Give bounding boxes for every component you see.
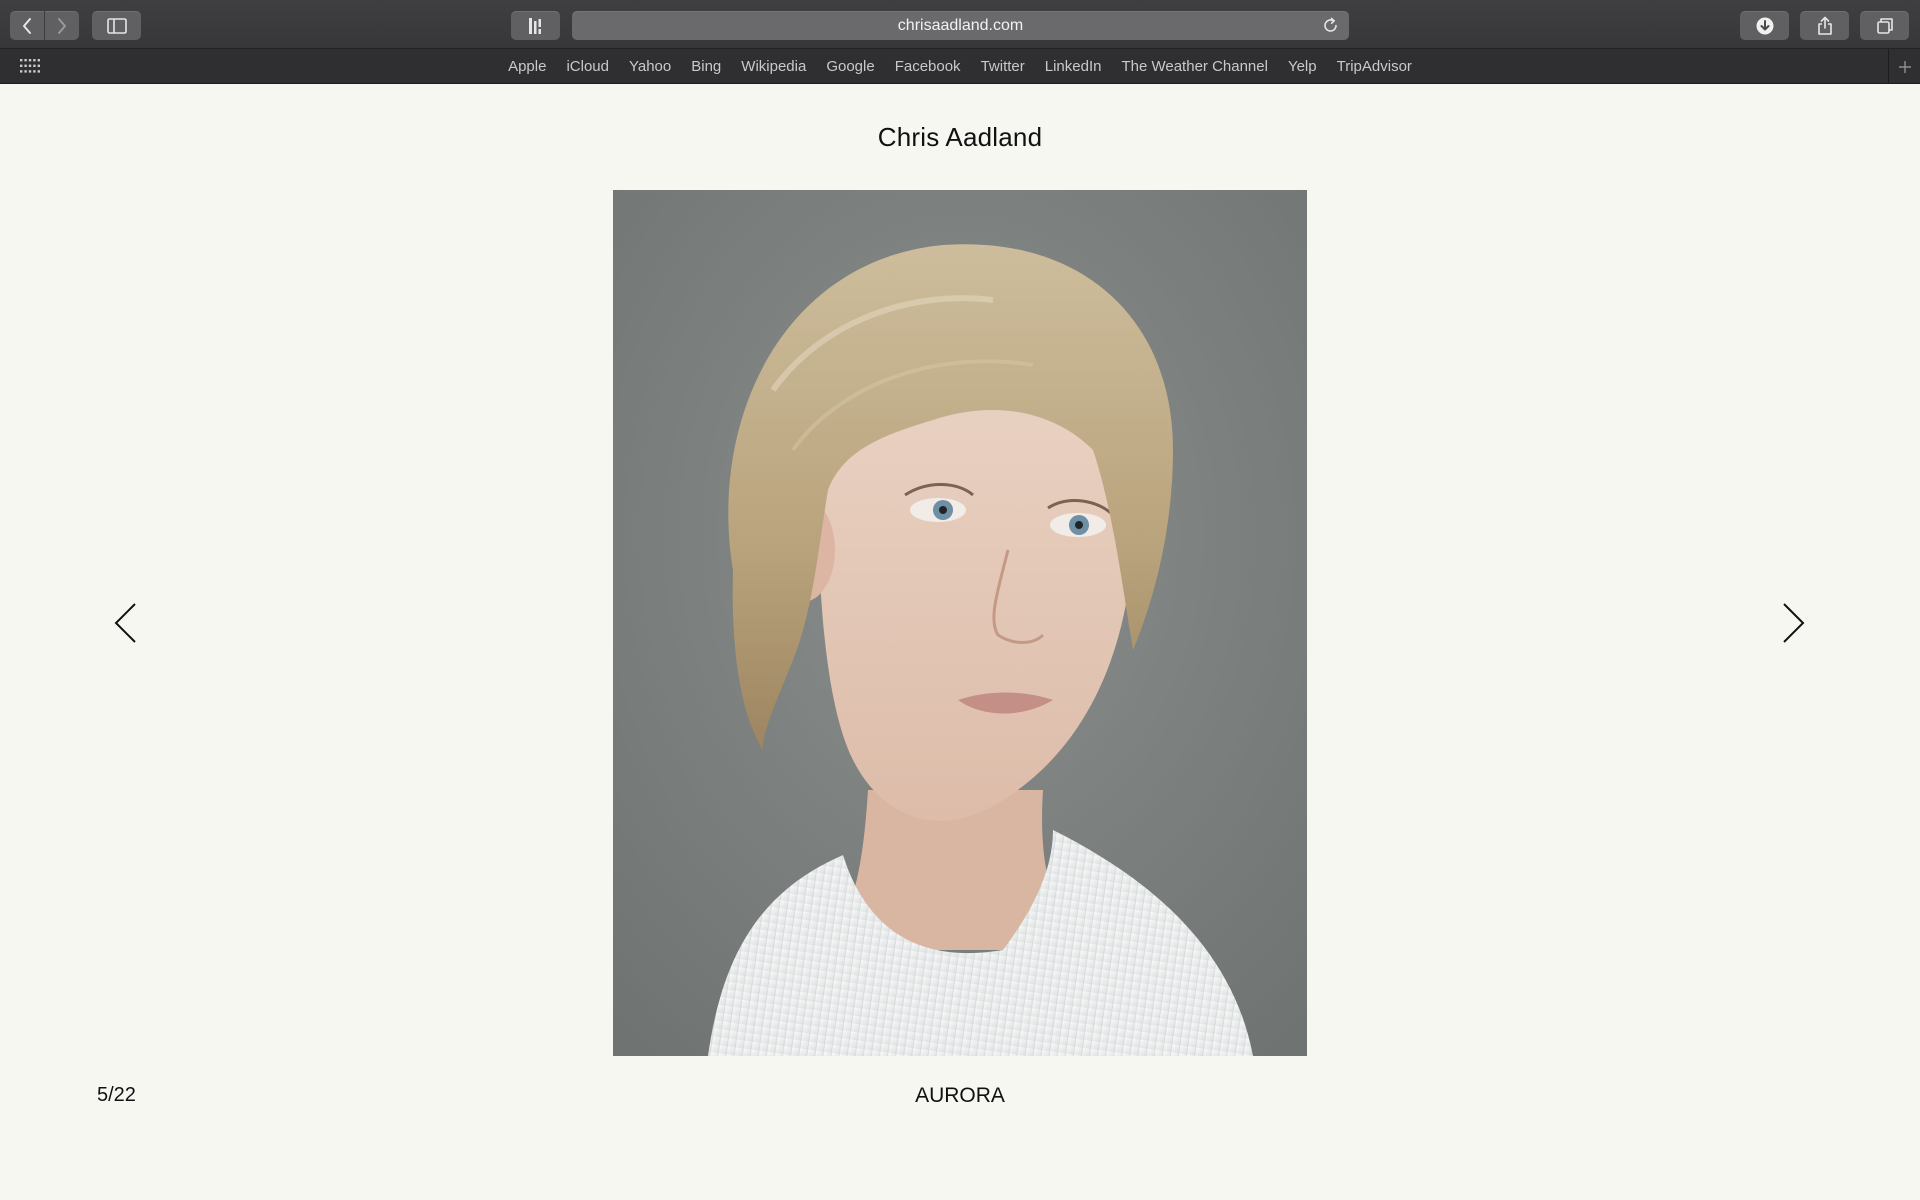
favorite-facebook[interactable]: Facebook — [885, 58, 971, 75]
favorite-icloud[interactable]: iCloud — [556, 58, 619, 75]
favorite-apple[interactable]: Apple — [498, 58, 556, 75]
reader-icon — [528, 17, 541, 34]
downloads-button[interactable] — [1740, 11, 1789, 40]
favorite-weather-channel[interactable]: The Weather Channel — [1111, 58, 1277, 75]
gallery-photo[interactable] — [613, 190, 1307, 1056]
favorite-twitter[interactable]: Twitter — [971, 58, 1035, 75]
address-bar[interactable]: chrisaadland.com — [572, 11, 1349, 40]
browser-toolbar: chrisaadland.com — [0, 0, 1920, 49]
favorite-tripadvisor[interactable]: TripAdvisor — [1327, 58, 1422, 75]
favorite-yelp[interactable]: Yelp — [1278, 58, 1327, 75]
favorites-list: Apple iCloud Yahoo Bing Wikipedia Google… — [0, 49, 1920, 84]
forward-button[interactable] — [44, 11, 79, 40]
tabs-overview-icon — [1876, 17, 1893, 34]
sidebar-button[interactable] — [92, 11, 141, 40]
favorite-bing[interactable]: Bing — [681, 58, 731, 75]
reload-button[interactable] — [1322, 17, 1339, 39]
next-image-button[interactable] — [1778, 600, 1808, 646]
favorites-bar: Apple iCloud Yahoo Bing Wikipedia Google… — [0, 49, 1920, 84]
chevron-right-icon — [1783, 603, 1805, 643]
reader-button[interactable] — [511, 11, 560, 40]
new-tab-button[interactable] — [1888, 49, 1920, 84]
sidebar-icon — [106, 17, 127, 34]
favorite-linkedin[interactable]: LinkedIn — [1035, 58, 1112, 75]
plus-icon — [1898, 60, 1911, 73]
favorite-wikipedia[interactable]: Wikipedia — [731, 58, 816, 75]
chevron-left-icon — [23, 17, 31, 34]
portrait-photo — [613, 190, 1307, 1056]
download-icon — [1756, 17, 1773, 34]
share-icon — [1817, 16, 1832, 35]
share-button[interactable] — [1800, 11, 1849, 40]
url-text: chrisaadland.com — [897, 17, 1024, 34]
image-caption: AURORA — [915, 1084, 1005, 1107]
chevron-right-icon — [58, 17, 66, 34]
history-nav — [10, 11, 79, 40]
favorite-google[interactable]: Google — [816, 58, 884, 75]
back-button[interactable] — [10, 11, 44, 40]
favorite-yahoo[interactable]: Yahoo — [619, 58, 681, 75]
chevron-left-icon — [114, 603, 136, 643]
site-title[interactable]: Chris Aadland — [0, 122, 1920, 153]
reload-icon — [1324, 17, 1337, 32]
previous-image-button[interactable] — [111, 600, 141, 646]
tabs-overview-button[interactable] — [1860, 11, 1909, 40]
